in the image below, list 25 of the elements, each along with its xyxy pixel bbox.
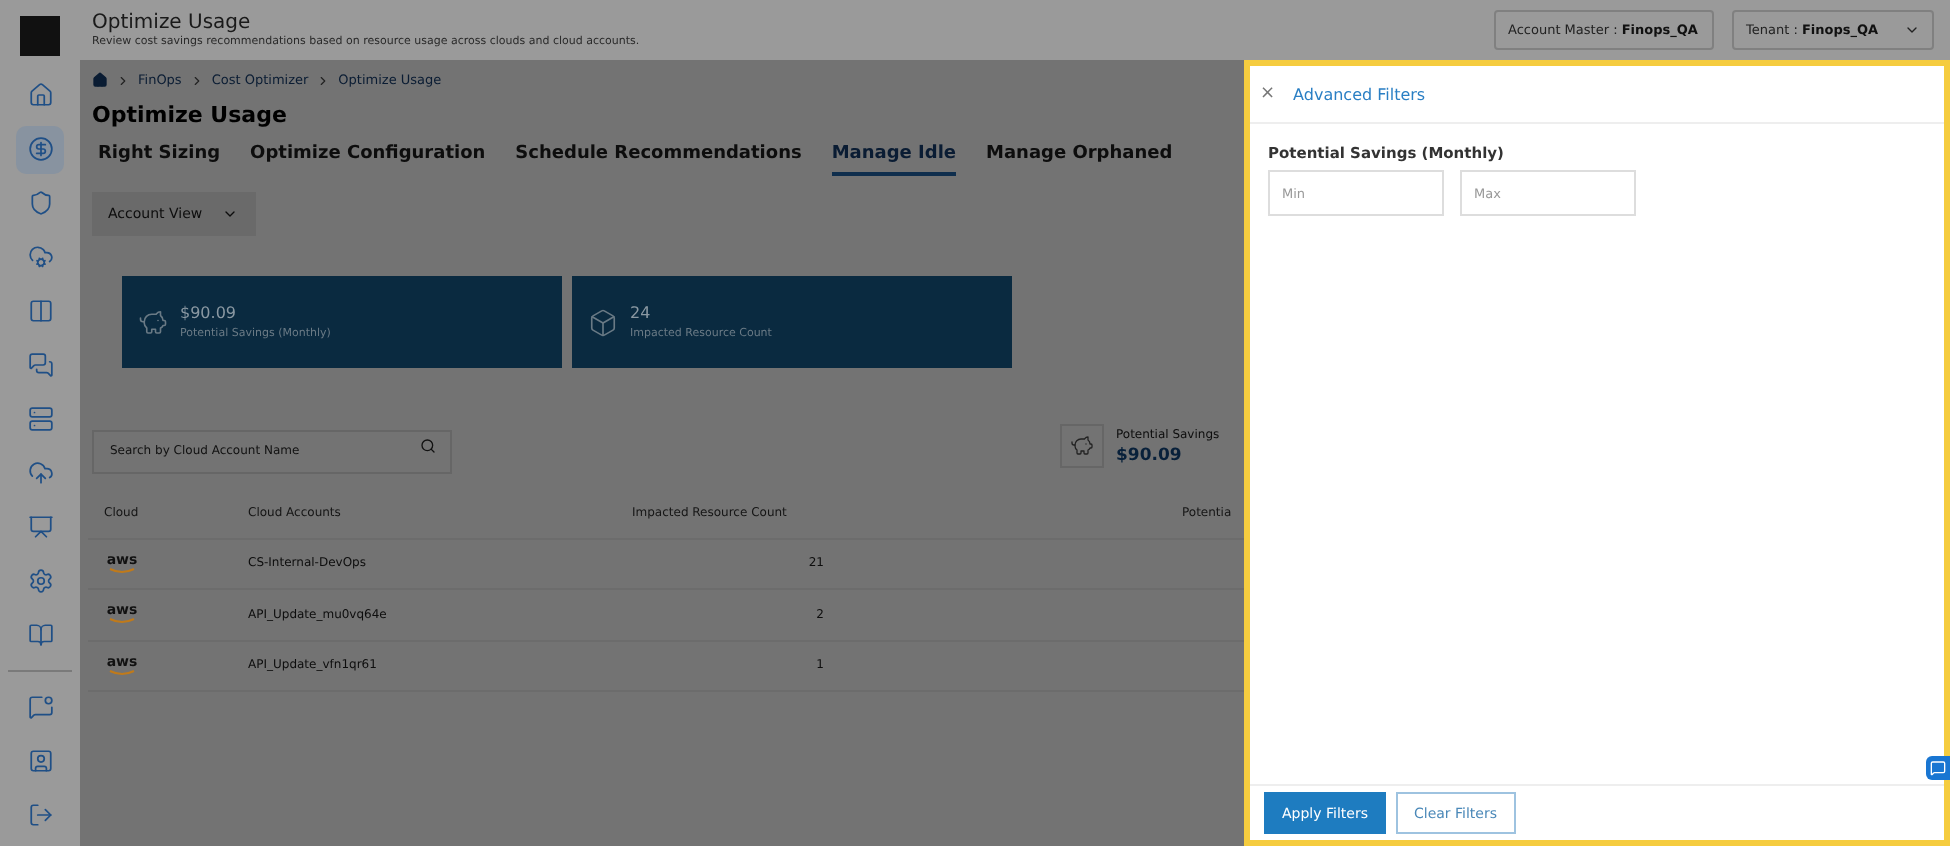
summary-value: $90.09 bbox=[1116, 445, 1184, 465]
tab[interactable]: Manage Orphaned bbox=[986, 144, 1173, 176]
chevron-right-icon bbox=[189, 73, 204, 87]
cube-icon bbox=[588, 307, 618, 337]
page-title: Optimize Usage bbox=[92, 102, 289, 128]
chevron-down-icon bbox=[222, 206, 239, 222]
card-value: $90.09 bbox=[180, 304, 238, 322]
chevron-down-icon bbox=[1904, 22, 1920, 38]
chevron-right-icon bbox=[316, 73, 331, 87]
drawer-title: Advanced Filters bbox=[1293, 85, 1426, 103]
tab[interactable]: Manage Idle bbox=[831, 144, 957, 176]
logo bbox=[20, 16, 60, 56]
search-icon[interactable] bbox=[420, 438, 436, 454]
piggy-bank-icon bbox=[1060, 424, 1104, 468]
chevron-right-icon bbox=[116, 73, 130, 87]
piggy-bank-icon bbox=[138, 307, 168, 337]
card-value: 24 bbox=[630, 304, 653, 322]
home-icon[interactable] bbox=[92, 72, 108, 88]
tab[interactable]: Schedule Recommendations bbox=[515, 144, 802, 176]
dollar-icon[interactable] bbox=[16, 125, 64, 173]
header-title: Optimize Usage bbox=[92, 12, 253, 34]
tab[interactable]: Right Sizing bbox=[98, 144, 221, 176]
tab[interactable]: Optimize Configuration bbox=[250, 144, 486, 176]
chat-icon[interactable] bbox=[1926, 756, 1950, 780]
close-button[interactable]: × bbox=[1260, 84, 1276, 104]
